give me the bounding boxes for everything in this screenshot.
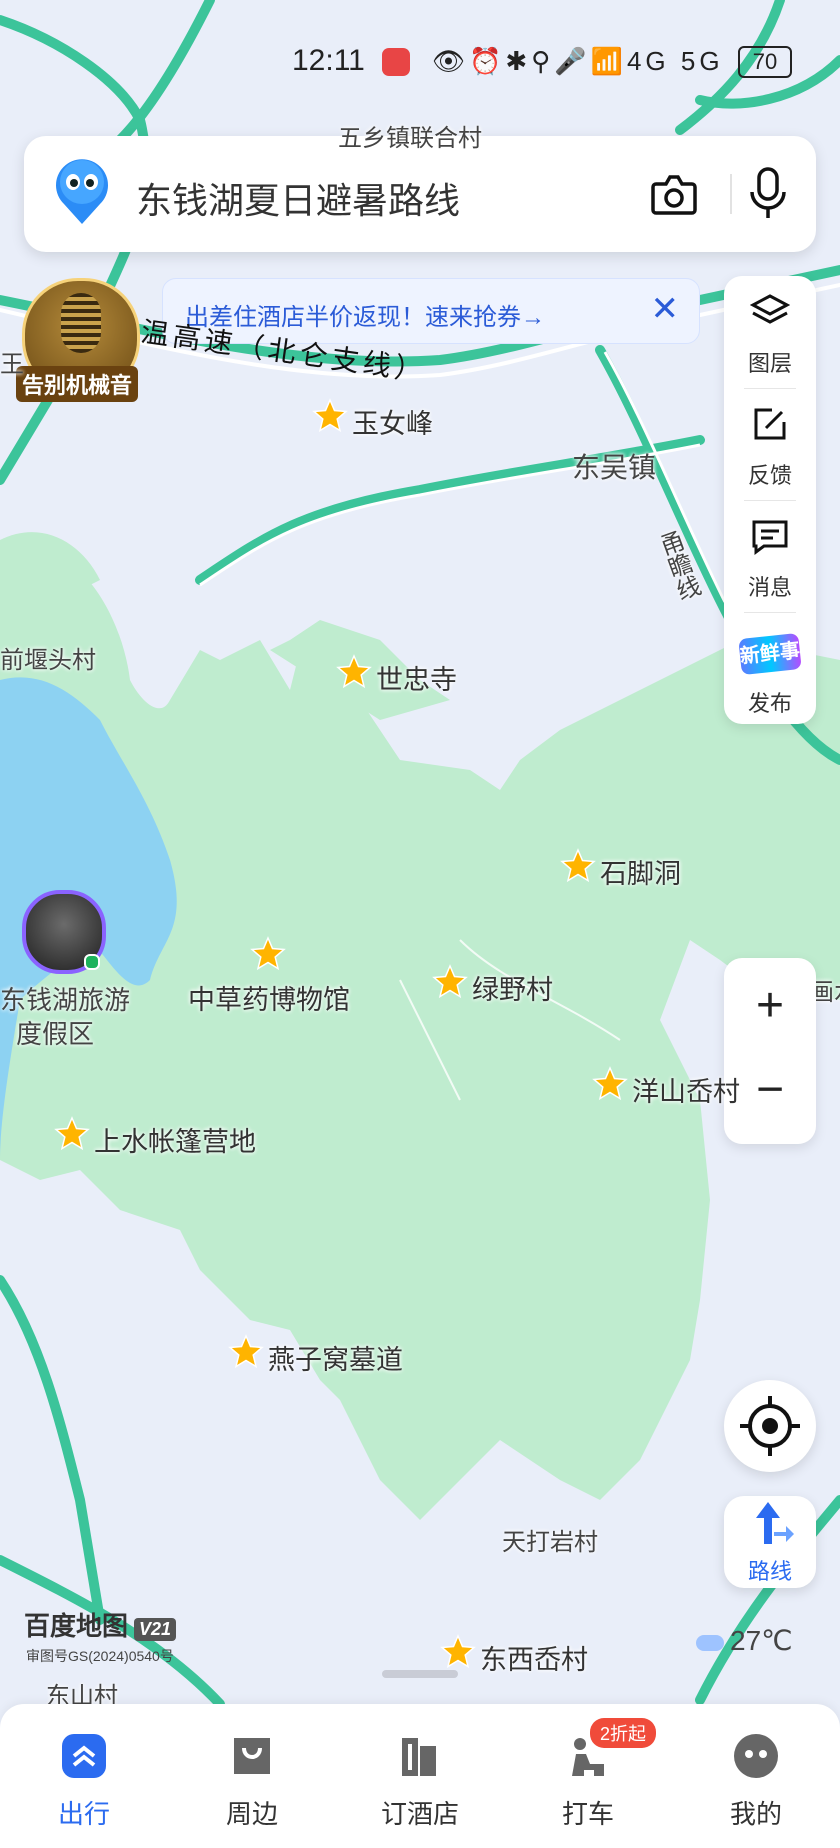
poi-label[interactable]: 世忠寺 bbox=[376, 658, 457, 697]
poi-star-icon[interactable] bbox=[250, 936, 286, 972]
locate-button[interactable] bbox=[724, 1380, 816, 1472]
feedback-label: 反馈 bbox=[747, 463, 792, 488]
poi-label[interactable]: 绿野村 bbox=[472, 968, 553, 1007]
poi-star-icon[interactable] bbox=[336, 654, 372, 690]
poi-star-icon[interactable] bbox=[560, 848, 596, 884]
poi-label[interactable]: 东西岙村 bbox=[480, 1638, 588, 1677]
nav-hotel-label: 订酒店 bbox=[380, 1799, 459, 1829]
message-icon bbox=[752, 520, 788, 555]
place-label[interactable]: 度假区 bbox=[16, 1014, 94, 1051]
du-mascot-icon bbox=[56, 159, 108, 224]
poi-label[interactable]: 燕子窝墓道 bbox=[268, 1338, 403, 1377]
zoom-control: + − bbox=[724, 958, 816, 1144]
poi-label[interactable]: 中草药博物馆 bbox=[188, 978, 350, 1017]
search-divider bbox=[730, 174, 732, 214]
microphone-icon bbox=[61, 293, 101, 353]
mic-icon[interactable] bbox=[746, 166, 790, 222]
nav-nearby[interactable]: 周边 bbox=[192, 1728, 312, 1838]
feedback-button[interactable]: 反馈 bbox=[724, 388, 816, 500]
poi-label[interactable]: 洋山岙村 bbox=[632, 1070, 740, 1109]
place-label: 五乡镇联合村 bbox=[338, 125, 482, 152]
travel-icon bbox=[62, 1734, 106, 1778]
status-icons: 👁⏰✱⚲🎤📶4G 5G bbox=[432, 46, 724, 76]
message-button[interactable]: 消息 bbox=[724, 500, 816, 612]
feedback-icon bbox=[754, 408, 786, 440]
status-dot bbox=[84, 954, 100, 970]
battery-indicator: 70 bbox=[738, 46, 792, 78]
message-label: 消息 bbox=[747, 575, 792, 600]
hotel-icon bbox=[402, 1738, 436, 1776]
status-time: 12:11 bbox=[292, 44, 365, 77]
poi-star-icon[interactable] bbox=[432, 964, 468, 1000]
profile-icon bbox=[734, 1734, 778, 1778]
map-tools-panel: 图层 反馈 消息 发布 新鲜事 bbox=[724, 276, 816, 724]
place-label[interactable]: 东钱湖旅游 bbox=[0, 980, 130, 1017]
weather-widget[interactable]: 27℃ bbox=[696, 1624, 793, 1657]
nav-nearby-label: 周边 bbox=[225, 1799, 278, 1829]
status-bar: 12:11 👁⏰✱⚲🎤📶4G 5G 70 bbox=[0, 40, 840, 84]
nav-profile-label: 我的 bbox=[729, 1799, 782, 1829]
route-button[interactable]: 路线 bbox=[724, 1496, 816, 1588]
poi-label[interactable]: 石脚洞 bbox=[600, 852, 681, 891]
publish-label: 发布 bbox=[747, 691, 792, 716]
crosshair-icon bbox=[740, 1396, 800, 1456]
poi-star-icon[interactable] bbox=[312, 398, 348, 434]
close-icon[interactable]: ✕ bbox=[651, 289, 680, 329]
poi-star-icon[interactable] bbox=[592, 1066, 628, 1102]
notification-app-icon bbox=[382, 48, 410, 76]
place-label: 东吴镇 bbox=[572, 452, 657, 483]
nav-taxi-label: 打车 bbox=[561, 1799, 614, 1829]
route-label: 路线 bbox=[747, 1559, 792, 1584]
zoom-in-button[interactable]: + bbox=[724, 978, 816, 1033]
sheet-drag-handle[interactable] bbox=[382, 1670, 458, 1678]
place-label: 天打岩村 bbox=[502, 1529, 598, 1556]
poi-label[interactable]: 玉女峰 bbox=[352, 402, 433, 441]
search-bar[interactable]: 东钱湖夏日避暑路线 bbox=[24, 136, 816, 252]
audio-avatar-label[interactable]: 告别机械音 bbox=[16, 366, 139, 402]
layers-button[interactable]: 图层 bbox=[724, 276, 816, 388]
poi-star-icon[interactable] bbox=[440, 1634, 476, 1670]
nav-travel[interactable]: 出行 bbox=[24, 1728, 144, 1838]
bag-icon bbox=[234, 1738, 270, 1774]
brand-version: V21 bbox=[134, 1618, 177, 1641]
cloud-icon bbox=[696, 1634, 724, 1651]
brand-name: 百度地图 bbox=[24, 1611, 129, 1641]
temperature: 27℃ bbox=[730, 1625, 793, 1656]
place-label: 王 bbox=[0, 351, 24, 378]
poi-star-icon[interactable] bbox=[54, 1116, 90, 1152]
poi-label[interactable]: 上水帐篷营地 bbox=[94, 1120, 256, 1159]
baidu-map-logo: 百度地图 V21 bbox=[24, 1606, 177, 1643]
route-arrow-icon bbox=[756, 1502, 794, 1544]
layers-icon bbox=[750, 294, 790, 324]
bottom-nav: 出行 周边 订酒店 打车 2折起 我的 bbox=[0, 1704, 840, 1848]
nav-profile[interactable]: 我的 bbox=[696, 1728, 816, 1838]
nav-hotel[interactable]: 订酒店 bbox=[360, 1728, 480, 1838]
layers-label: 图层 bbox=[747, 351, 792, 376]
camera-icon[interactable] bbox=[650, 172, 698, 216]
review-number: 审图号GS(2024)0540号 bbox=[26, 1648, 174, 1664]
search-input[interactable]: 东钱湖夏日避暑路线 bbox=[136, 172, 460, 224]
nav-travel-label: 出行 bbox=[57, 1799, 110, 1829]
poi-star-icon[interactable] bbox=[228, 1334, 264, 1370]
taxi-discount-badge: 2折起 bbox=[590, 1718, 657, 1748]
place-label: 前堰头村 bbox=[0, 647, 96, 674]
fresh-news-badge[interactable]: 新鲜事 bbox=[738, 632, 802, 676]
